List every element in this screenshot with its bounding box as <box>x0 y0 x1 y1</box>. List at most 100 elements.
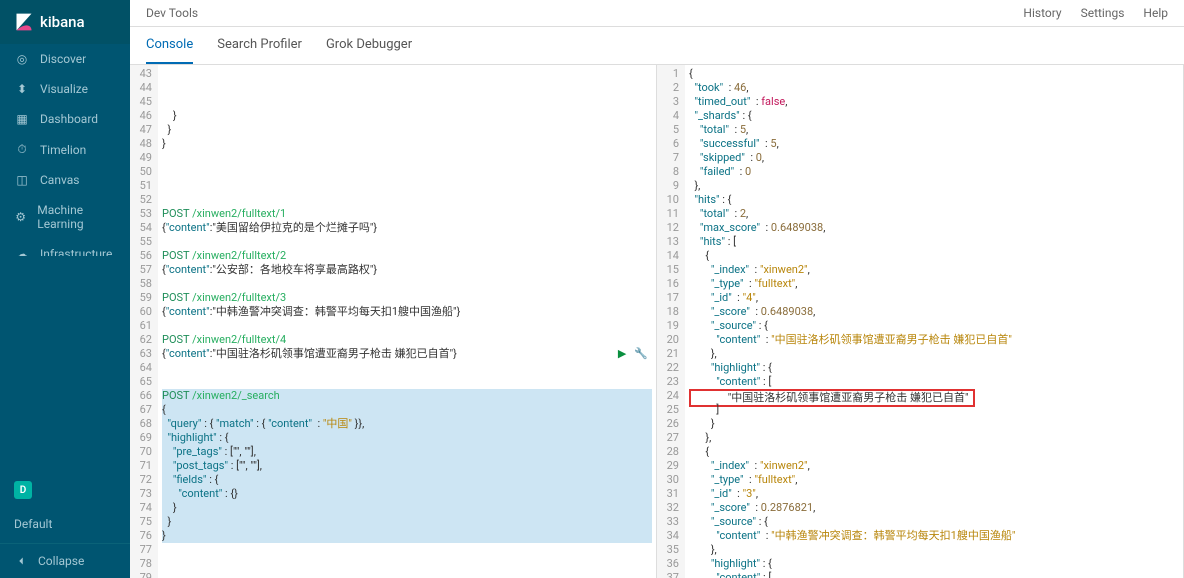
code-line <box>162 543 652 557</box>
code-line: {"content":"中韩渔警冲突调查：韩警平均每天扣1艘中国渔船"} <box>162 305 652 319</box>
nav-icon: ◫ <box>14 173 30 187</box>
play-icon[interactable]: ▶ <box>618 347 626 361</box>
tab-search-profiler[interactable]: Search Profiler <box>217 27 302 64</box>
code-line: }, <box>689 179 1179 193</box>
editors: 4344454647484950515253545556575859606162… <box>130 65 1184 578</box>
sidebar-item-discover[interactable]: ◎Discover <box>0 44 130 74</box>
nav: ◎Discover⬍Visualize ▦ Dashboard ⏱ Timelion ◫ C… <box>0 44 130 256</box>
sidebar-item-infrastructure[interactable]: ☁ Infrastructure <box>0 239 130 256</box>
code-line: "中国驻洛杉矶领事馆遭亚裔男子枪击 嫌犯已自首" <box>689 389 1179 403</box>
code-line: { <box>689 67 1179 81</box>
code-line: "_index" : "xinwen2", <box>689 459 1179 473</box>
code-line: "_index" : "xinwen2", <box>689 263 1179 277</box>
request-pane[interactable]: 4344454647484950515253545556575859606162… <box>130 65 657 578</box>
code-line: "content" : {} <box>162 487 652 501</box>
code-line: "highlight" : { <box>162 431 652 445</box>
code-line <box>162 277 652 291</box>
page-title: Dev Tools <box>146 6 198 20</box>
nav-label: Timelion <box>40 143 86 157</box>
left-code[interactable]: ▶ 🔧 } }} POST /xinwen2/fulltext/1{"conte… <box>158 65 656 578</box>
code-line: "content" : [ <box>689 571 1179 578</box>
logo[interactable]: kibana <box>0 0 130 44</box>
main: Dev Tools History Settings Help Console … <box>130 0 1184 578</box>
sidebar-item-machine-learning[interactable]: ⚙ Machine Learning <box>0 195 130 239</box>
space-badge[interactable]: D <box>14 481 32 499</box>
code-line: "hits" : [ <box>689 235 1179 249</box>
code-line: "total" : 5, <box>689 123 1179 137</box>
nav-icon: ⬍ <box>14 82 30 96</box>
code-line: {"content":"中国驻洛杉矶领事馆遭亚裔男子枪击 嫌犯已自首"} <box>162 347 652 361</box>
settings-link[interactable]: Settings <box>1081 6 1125 20</box>
code-line <box>162 361 652 375</box>
nav-icon: ⚙ <box>14 210 27 224</box>
nav-label: Discover <box>40 52 86 66</box>
nav-icon: ▦ <box>14 112 30 126</box>
code-line: POST /xinwen2/_search <box>162 389 652 403</box>
code-line: "max_score" : 0.6489038, <box>689 221 1179 235</box>
chevron-left-icon <box>14 554 28 568</box>
code-line: } <box>162 529 652 543</box>
code-line: "content" : "中韩渔警冲突调查：韩警平均每天扣1艘中国渔船" <box>689 529 1179 543</box>
top-links: History Settings Help <box>1007 6 1168 20</box>
nav-icon: ⏱ <box>14 142 30 157</box>
code-line: "_score" : 0.2876821, <box>689 501 1179 515</box>
tabs: Console Search Profiler Grok Debugger <box>130 27 1184 65</box>
nav-label: Machine Learning <box>37 203 116 231</box>
collapse-button[interactable]: Collapse <box>0 543 130 578</box>
code-line: "query" : { "match" : { "content" : "中国"… <box>162 417 652 431</box>
code-line: "timed_out" : false, <box>689 95 1179 109</box>
run-actions: ▶ 🔧 <box>618 347 648 361</box>
code-line: } <box>162 501 652 515</box>
right-gutter: 1234567891011121314151617181920212223242… <box>657 65 685 578</box>
code-line: "_shards" : { <box>689 109 1179 123</box>
code-line: {"content":"美国留给伊拉克的是个烂摊子吗"} <box>162 221 652 235</box>
code-line: "failed" : 0 <box>689 165 1179 179</box>
tab-grok-debugger[interactable]: Grok Debugger <box>326 27 412 64</box>
code-line <box>162 151 652 165</box>
kibana-icon <box>14 12 34 32</box>
code-line: "_type" : "fulltext", <box>689 277 1179 291</box>
code-line: "fields" : { <box>162 473 652 487</box>
nav-label: Canvas <box>40 173 79 187</box>
code-line: "pre_tags" : ["", ""], <box>162 445 652 459</box>
nav-label: Dashboard <box>40 112 98 126</box>
code-line: "_source" : { <box>689 319 1179 333</box>
help-link[interactable]: Help <box>1143 6 1168 20</box>
response-pane[interactable]: 1234567891011121314151617181920212223242… <box>657 65 1184 578</box>
sidebar: kibana ◎Discover⬍Visualize ▦ Dashboard ⏱ Tim… <box>0 0 130 578</box>
code-line: { <box>162 403 652 417</box>
history-link[interactable]: History <box>1023 6 1061 20</box>
nav-icon: ☁ <box>14 247 30 256</box>
code-line: }, <box>689 347 1179 361</box>
code-line: "skipped" : 0, <box>689 151 1179 165</box>
space-default[interactable]: Default <box>0 509 130 539</box>
code-line: "content" : "中国驻洛杉矶领事馆遭亚裔男子枪击 嫌犯已自首" <box>689 333 1179 347</box>
tab-console[interactable]: Console <box>146 27 193 64</box>
code-line: "_score" : 0.6489038, <box>689 305 1179 319</box>
code-line: }, <box>689 543 1179 557</box>
sidebar-item-timelion[interactable]: ⏱ Timelion <box>0 134 130 165</box>
sidebar-item-dashboard[interactable]: ▦ Dashboard <box>0 104 130 134</box>
code-line: "hits" : { <box>689 193 1179 207</box>
code-line: }, <box>689 431 1179 445</box>
code-line: POST /xinwen2/fulltext/3 <box>162 291 652 305</box>
code-line: "_type" : "fulltext", <box>689 473 1179 487</box>
left-gutter: 4344454647484950515253545556575859606162… <box>130 65 158 578</box>
code-line: POST /xinwen2/fulltext/4 <box>162 333 652 347</box>
right-code[interactable]: { "took" : 46, "timed_out" : false, "_sh… <box>685 65 1183 578</box>
sidebar-item-canvas[interactable]: ◫ Canvas <box>0 165 130 195</box>
code-line <box>162 179 652 193</box>
code-line: {"content":"公安部：各地校车将享最高路权"} <box>162 263 652 277</box>
code-line: "post_tags" : ["", ""], <box>162 459 652 473</box>
sidebar-item-visualize[interactable]: ⬍Visualize <box>0 74 130 104</box>
code-line <box>162 375 652 389</box>
code-line: "_id" : "4", <box>689 291 1179 305</box>
code-line: } <box>162 515 652 529</box>
code-line <box>162 557 652 571</box>
wrench-icon[interactable]: 🔧 <box>634 347 648 361</box>
nav-label: Infrastructure <box>40 247 112 256</box>
code-line: "_id" : "3", <box>689 487 1179 501</box>
code-line <box>162 165 652 179</box>
code-line <box>162 235 652 249</box>
code-line: { <box>689 445 1179 459</box>
